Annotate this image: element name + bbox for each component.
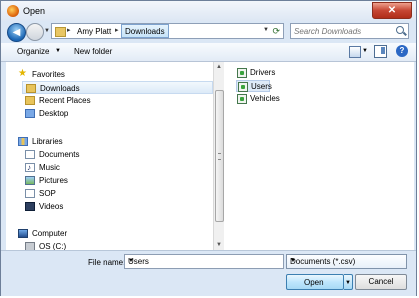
sidebar-item-label: Computer (32, 229, 68, 238)
recent-pages-dropdown[interactable]: ▼ (44, 28, 50, 34)
breadcrumb-amy-platt[interactable]: Amy Platt (77, 27, 111, 36)
breadcrumb-downloads[interactable]: Downloads (121, 24, 169, 38)
window-title: Open (23, 6, 46, 16)
folder-shortcut-icon (238, 82, 248, 92)
chevron-down-icon[interactable]: ▼ (55, 48, 61, 54)
close-button[interactable]: ✕ (372, 2, 412, 19)
recent-places-icon (25, 96, 35, 105)
forward-button[interactable] (26, 23, 44, 41)
list-item[interactable]: Drivers (237, 67, 277, 79)
sidebar-item-label: Desktop (39, 109, 69, 118)
sidebar-item-videos[interactable]: Videos (25, 200, 195, 213)
sidebar-item-recent-places[interactable]: Recent Places (25, 94, 195, 107)
navigation-scrollbar[interactable]: ▲ ▼ (213, 62, 224, 250)
address-bar[interactable]: ▸ Amy Platt ▸ Downloads ▼ ⟳ (51, 23, 284, 39)
desktop-icon (25, 109, 35, 118)
videos-icon (25, 202, 35, 211)
new-folder-button[interactable]: New folder (74, 47, 112, 56)
computer-icon (18, 229, 28, 238)
file-name-field[interactable]: Users ▼ (124, 254, 284, 269)
scroll-down-arrow-icon[interactable]: ▼ (216, 242, 222, 248)
file-name-label: File name: (88, 258, 126, 267)
sidebar-item-sop[interactable]: SOP (25, 187, 195, 200)
search-icon[interactable] (396, 26, 404, 34)
file-list[interactable]: Drivers Users Vehicles (224, 62, 414, 250)
file-name-label: Drivers (250, 68, 276, 77)
view-options-dropdown[interactable]: ▼ (362, 48, 368, 54)
scroll-up-arrow-icon[interactable]: ▲ (216, 64, 222, 70)
back-button[interactable]: ◀ (7, 23, 26, 42)
cancel-button[interactable]: Cancel (355, 274, 407, 290)
sidebar-item-libraries[interactable]: Libraries (18, 135, 198, 148)
sidebar-item-pictures[interactable]: Pictures (25, 174, 195, 187)
sidebar-item-label: Recent Places (39, 96, 91, 105)
file-name-label: Vehicles (250, 94, 280, 103)
sidebar-item-desktop[interactable]: Desktop (25, 107, 195, 120)
search-input[interactable] (294, 25, 392, 37)
sidebar-item-os-drive[interactable]: OS (C:) (25, 240, 195, 250)
pictures-icon (25, 176, 35, 185)
refresh-icon[interactable]: ⟳ (272, 26, 280, 37)
sidebar-item-label: OS (C:) (39, 242, 67, 250)
search-box[interactable] (290, 23, 409, 39)
sidebar-item-downloads[interactable]: Downloads (22, 81, 213, 94)
folder-shortcut-icon (237, 94, 247, 104)
sidebar-item-label: Music (39, 163, 60, 172)
file-name-label: Users (251, 82, 272, 91)
folder-icon (55, 27, 66, 37)
sidebar-item-label: Favorites (32, 70, 65, 79)
libraries-icon (18, 137, 28, 146)
sidebar-item-favorites[interactable]: ★ Favorites (18, 68, 198, 81)
open-dialog: Open ✕ ◀ ▼ ▸ Amy Platt ▸ Downloads ▼ ⟳ O… (0, 0, 417, 296)
address-dropdown[interactable]: ▼ (263, 27, 269, 33)
sidebar-item-label: Pictures (39, 176, 68, 185)
breadcrumb-separator[interactable]: ▸ (67, 26, 71, 34)
bottom-panel: File name: Users ▼ Documents (*.csv) ▼ O… (1, 250, 416, 296)
documents-icon (25, 150, 35, 159)
sidebar-item-music[interactable]: Music (25, 161, 195, 174)
grip-icon (218, 153, 221, 160)
sidebar-item-label: Videos (39, 202, 64, 211)
folder-shortcut-icon (237, 68, 247, 78)
downloads-folder-icon (26, 84, 36, 93)
sidebar-item-computer[interactable]: Computer (18, 227, 198, 240)
chevron-down-icon[interactable]: ▼ (290, 258, 402, 264)
hard-drive-icon (25, 242, 35, 250)
help-icon[interactable]: ? (396, 45, 408, 57)
sidebar-item-documents[interactable]: Documents (25, 148, 195, 161)
sidebar-item-label: Libraries (32, 137, 63, 146)
organize-button[interactable]: Organize (17, 47, 49, 56)
change-view-icon[interactable] (349, 46, 361, 58)
open-button[interactable]: Open (286, 274, 344, 290)
file-type-select[interactable]: Documents (*.csv) ▼ (286, 254, 407, 269)
preview-pane-icon[interactable] (374, 45, 387, 58)
list-item[interactable]: Vehicles (237, 93, 283, 105)
title-bar: Open ✕ (1, 1, 416, 21)
breadcrumb-separator[interactable]: ▸ (115, 26, 119, 34)
navigation-row: ◀ ▼ ▸ Amy Platt ▸ Downloads ▼ ⟳ (1, 21, 416, 43)
sop-library-icon (25, 189, 35, 198)
navigation-pane[interactable]: ★ Favorites Downloads Recent Places Desk… (6, 62, 214, 250)
list-item[interactable]: Users (236, 80, 272, 92)
chevron-down-icon[interactable]: ▼ (128, 258, 280, 264)
open-button-label: Open (304, 278, 324, 287)
command-bar: Organize ▼ New folder ▼ ? (1, 43, 416, 62)
firefox-icon (7, 5, 19, 17)
scroll-thumb[interactable] (215, 90, 224, 222)
sidebar-item-label: SOP (39, 189, 56, 198)
music-icon (25, 161, 35, 174)
sidebar-item-label: Documents (39, 150, 80, 159)
open-options-dropdown[interactable]: ▼ (344, 274, 353, 290)
star-icon: ★ (18, 68, 27, 79)
